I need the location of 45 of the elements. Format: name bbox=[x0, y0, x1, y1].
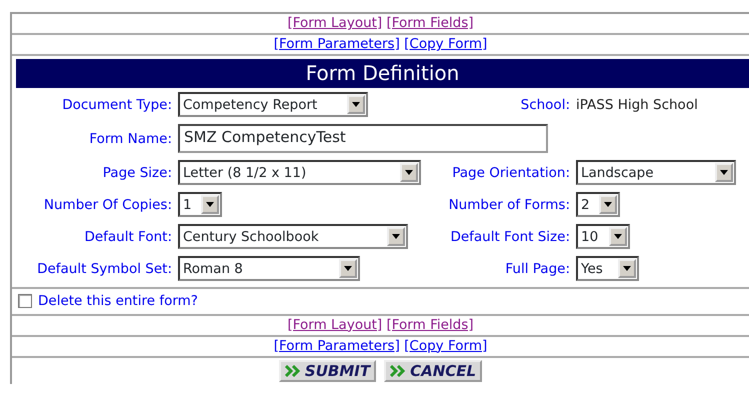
dropdown-arrow-icon bbox=[405, 170, 413, 176]
dropdown-arrow-icon bbox=[392, 234, 400, 240]
dropdown[interactable]: 2 bbox=[576, 192, 620, 218]
nav-link[interactable]: [Form Fields] bbox=[386, 316, 474, 333]
field-label: Form Name: bbox=[88, 130, 172, 147]
text-field[interactable]: SMZ CompetencyTest bbox=[178, 124, 548, 154]
image-button[interactable]: CANCEL bbox=[384, 360, 482, 382]
checkbox-label: Delete this entire form? bbox=[38, 293, 198, 310]
nav-link[interactable]: [Form Layout] bbox=[287, 15, 382, 31]
nav-link[interactable]: [Form Layout] bbox=[287, 316, 382, 333]
field-label: Default Symbol Set: bbox=[36, 260, 172, 277]
dropdown-arrow-icon bbox=[206, 202, 214, 208]
dropdown[interactable]: 10 bbox=[576, 224, 630, 250]
field-label: Full Page: bbox=[504, 260, 570, 277]
dropdown[interactable]: Yes bbox=[576, 256, 639, 282]
dropdown-arrow-icon bbox=[604, 202, 612, 208]
dropdown[interactable]: Landscape bbox=[576, 160, 736, 186]
dropdown[interactable]: Competency Report bbox=[178, 92, 368, 118]
nav-link[interactable]: [Form Parameters] bbox=[274, 36, 400, 52]
nav-link[interactable]: [Copy Form] bbox=[404, 36, 488, 52]
dropdown-arrow-icon bbox=[352, 102, 360, 108]
field-label: Default Font: bbox=[83, 228, 172, 245]
field-label: Document Type: bbox=[61, 96, 172, 113]
form-title: Form Definition bbox=[16, 59, 749, 88]
dropdown[interactable]: 1 bbox=[178, 192, 222, 218]
checkbox[interactable] bbox=[18, 294, 32, 308]
field-label: Number Of Copies: bbox=[42, 196, 172, 213]
dropdown-arrow-icon bbox=[614, 234, 622, 240]
field-label: Page Size: bbox=[102, 164, 172, 181]
dropdown[interactable]: Letter (8 1/2 x 11) bbox=[178, 160, 421, 186]
dropdown-arrow-icon bbox=[720, 170, 728, 176]
dropdown[interactable]: Roman 8 bbox=[178, 256, 360, 282]
dropdown-arrow-icon bbox=[344, 266, 352, 272]
nav-link[interactable]: [Form Fields] bbox=[386, 15, 474, 31]
nav-link[interactable]: [Copy Form] bbox=[404, 338, 488, 354]
field-label: Number of Forms: bbox=[448, 196, 570, 213]
image-button[interactable]: SUBMIT bbox=[278, 360, 376, 382]
field-label: School: bbox=[520, 96, 570, 113]
dropdown[interactable]: Century Schoolbook bbox=[178, 224, 408, 250]
nav-link[interactable]: [Form Parameters] bbox=[274, 338, 400, 354]
field-value: iPASS High School bbox=[576, 96, 698, 113]
double-chevron-icon bbox=[284, 364, 303, 377]
dropdown-arrow-icon bbox=[623, 266, 631, 272]
field-label: Page Orientation: bbox=[451, 164, 570, 181]
field-label: Default Font Size: bbox=[449, 228, 570, 245]
